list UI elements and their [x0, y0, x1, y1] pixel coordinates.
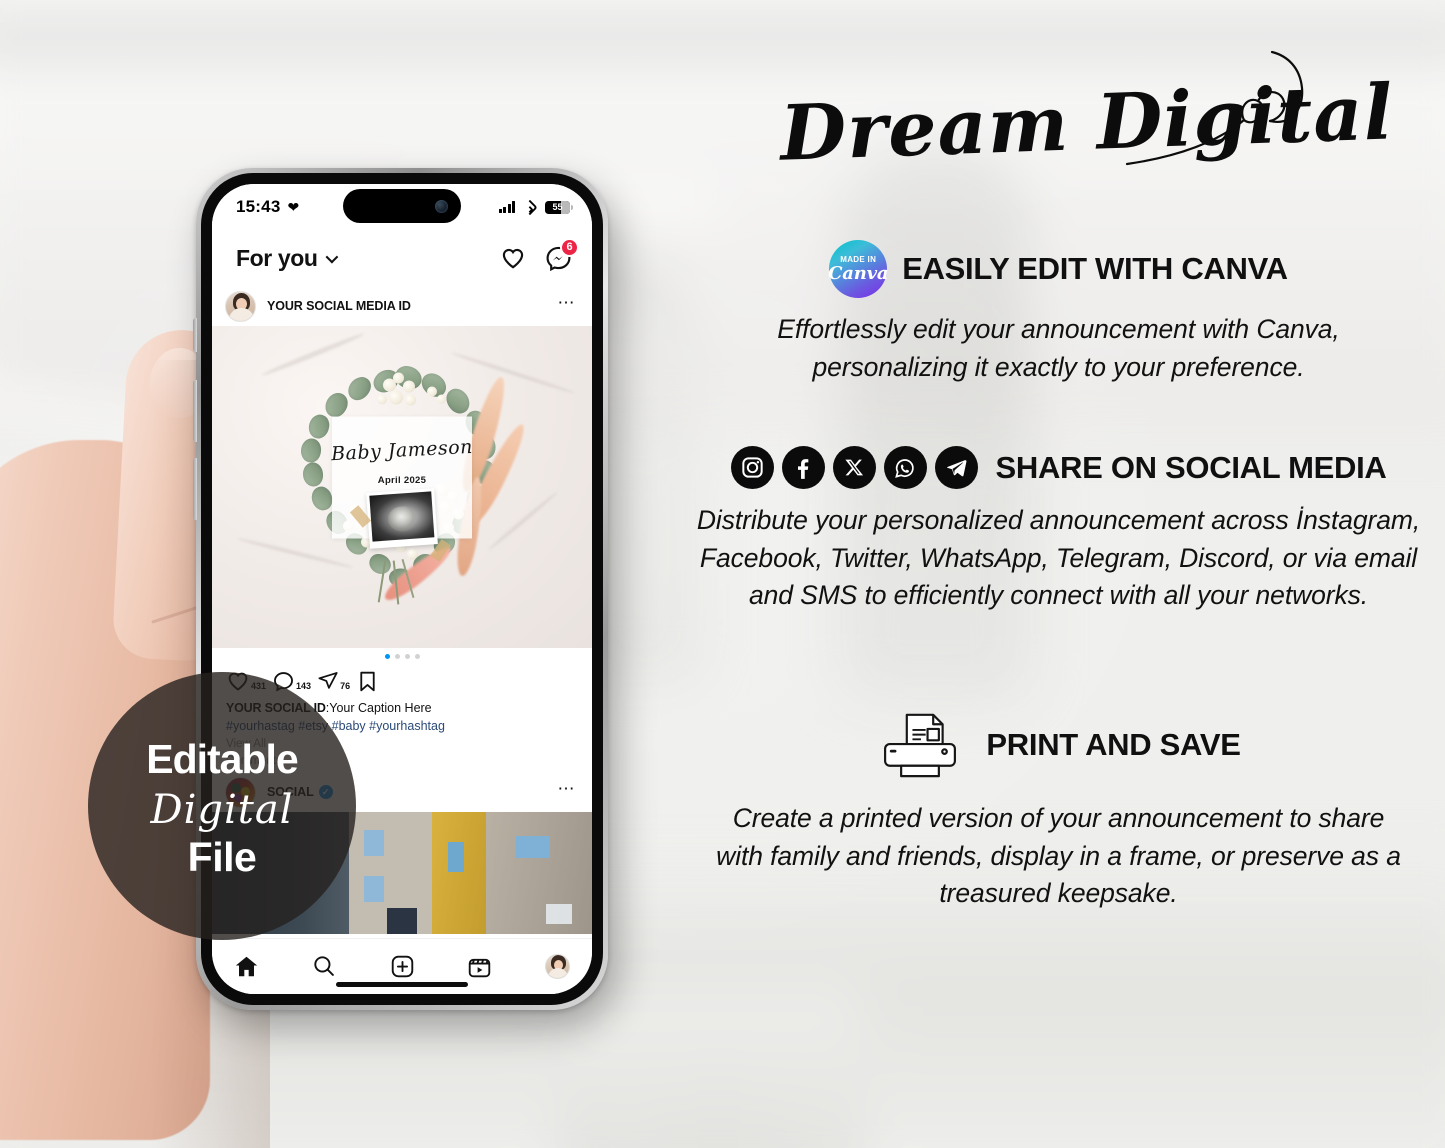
caption-text: Your Caption Here: [329, 701, 432, 715]
post-image[interactable]: Baby Jameson April 2025: [212, 326, 592, 648]
feature-print-body: Create a printed version of your announc…: [716, 803, 1401, 909]
heart-wreath: Baby Jameson April 2025: [277, 361, 532, 610]
messenger-icon[interactable]: 6: [545, 237, 579, 272]
instagram-icon[interactable]: [730, 446, 774, 489]
feature-social-title: SHARE ON SOCIAL MEDIA: [995, 449, 1387, 485]
signal-bars-icon: [498, 201, 515, 213]
header-actions: 6: [500, 237, 579, 272]
carousel-dot-1[interactable]: [384, 653, 390, 659]
feature-canva-title: EASILY EDIT WITH CANVA: [902, 251, 1288, 286]
x-twitter-icon[interactable]: [832, 446, 876, 489]
brand-logo: Dream Digital: [672, 44, 1445, 194]
carousel-dot-4[interactable]: [414, 653, 420, 659]
heart-icon[interactable]: [500, 245, 526, 271]
social-icons-row: [730, 446, 978, 489]
more-options-icon-2[interactable]: ⋯: [558, 780, 577, 797]
share-action[interactable]: 76: [317, 670, 350, 692]
post-header: YOUR SOCIAL MEDIA ID ⋯: [212, 286, 592, 326]
feed-selector-label[interactable]: For you: [236, 245, 318, 272]
home-icon[interactable]: [234, 954, 259, 979]
feature-social-body: Distribute your personalized announcemen…: [696, 505, 1421, 611]
carousel-dot-2[interactable]: [394, 653, 400, 659]
feature-canva-body: Effortlessly edit your announcement with…: [777, 314, 1340, 382]
silent-switch[interactable]: [193, 318, 197, 352]
chevron-down-icon[interactable]: [325, 250, 338, 263]
bookmark-icon[interactable]: [356, 670, 379, 693]
volume-up-button[interactable]: [193, 380, 197, 442]
battery-icon: 55: [545, 200, 573, 214]
carousel-indicator: [212, 648, 592, 664]
battery-level: 55: [552, 202, 563, 212]
feature-print: PRINT AND SAVE Create a printed version …: [672, 712, 1445, 913]
avatar[interactable]: [225, 290, 256, 322]
printer-icon: [876, 712, 964, 778]
app-header: For you 6: [212, 230, 592, 286]
right-info-panel: Dream Digital MADE IN Canva EASILY EDIT …: [672, 0, 1445, 1148]
dynamic-island: [343, 189, 461, 223]
feature-social: SHARE ON SOCIAL MEDIA Distribute your pe…: [672, 446, 1445, 615]
ultrasound-photo: [366, 488, 438, 550]
whatsapp-icon[interactable]: [883, 446, 927, 489]
carousel-dot-3[interactable]: [404, 653, 410, 659]
unread-badge: 6: [560, 237, 579, 257]
feature-print-title: PRINT AND SAVE: [986, 727, 1241, 762]
volume-down-button[interactable]: [193, 458, 197, 520]
home-indicator[interactable]: [336, 982, 468, 987]
feature-social-header: SHARE ON SOCIAL MEDIA: [672, 446, 1445, 489]
badge-line-2: Digital: [150, 786, 294, 833]
post-username[interactable]: YOUR SOCIAL MEDIA ID: [267, 299, 411, 313]
baby-date-text: April 2025: [377, 475, 427, 487]
feature-canva-header: MADE IN Canva EASILY EDIT WITH CANVA: [672, 240, 1445, 298]
telegram-icon[interactable]: [934, 446, 978, 489]
wifi-icon: [522, 199, 538, 216]
status-bar: 15:43 ❤ 55: [212, 184, 592, 230]
badge-line-1: Editable: [146, 735, 298, 782]
status-heart-icon: ❤: [287, 199, 300, 215]
brand-flourish-icon: [1125, 50, 1304, 166]
feature-print-header: PRINT AND SAVE: [672, 712, 1445, 778]
canva-badge-icon: MADE IN Canva: [828, 240, 889, 298]
editable-digital-file-badge: Editable Digital File: [88, 672, 356, 940]
feature-canva: MADE IN Canva EASILY EDIT WITH CANVA Eff…: [672, 240, 1445, 386]
more-options-icon[interactable]: ⋯: [558, 294, 577, 311]
facebook-icon[interactable]: [781, 446, 825, 489]
front-camera-icon: [435, 199, 448, 213]
status-time: 15:43: [236, 197, 281, 216]
canva-wordmark: Canva: [828, 262, 889, 284]
comment-count: 143: [296, 680, 312, 691]
status-indicators: 55: [498, 199, 573, 216]
badge-line-3: File: [187, 833, 257, 880]
profile-avatar-icon[interactable]: [545, 954, 570, 979]
search-icon[interactable]: [312, 954, 337, 979]
reels-icon[interactable]: [467, 954, 492, 979]
share-count: 76: [340, 680, 351, 691]
add-post-icon[interactable]: [390, 954, 415, 979]
